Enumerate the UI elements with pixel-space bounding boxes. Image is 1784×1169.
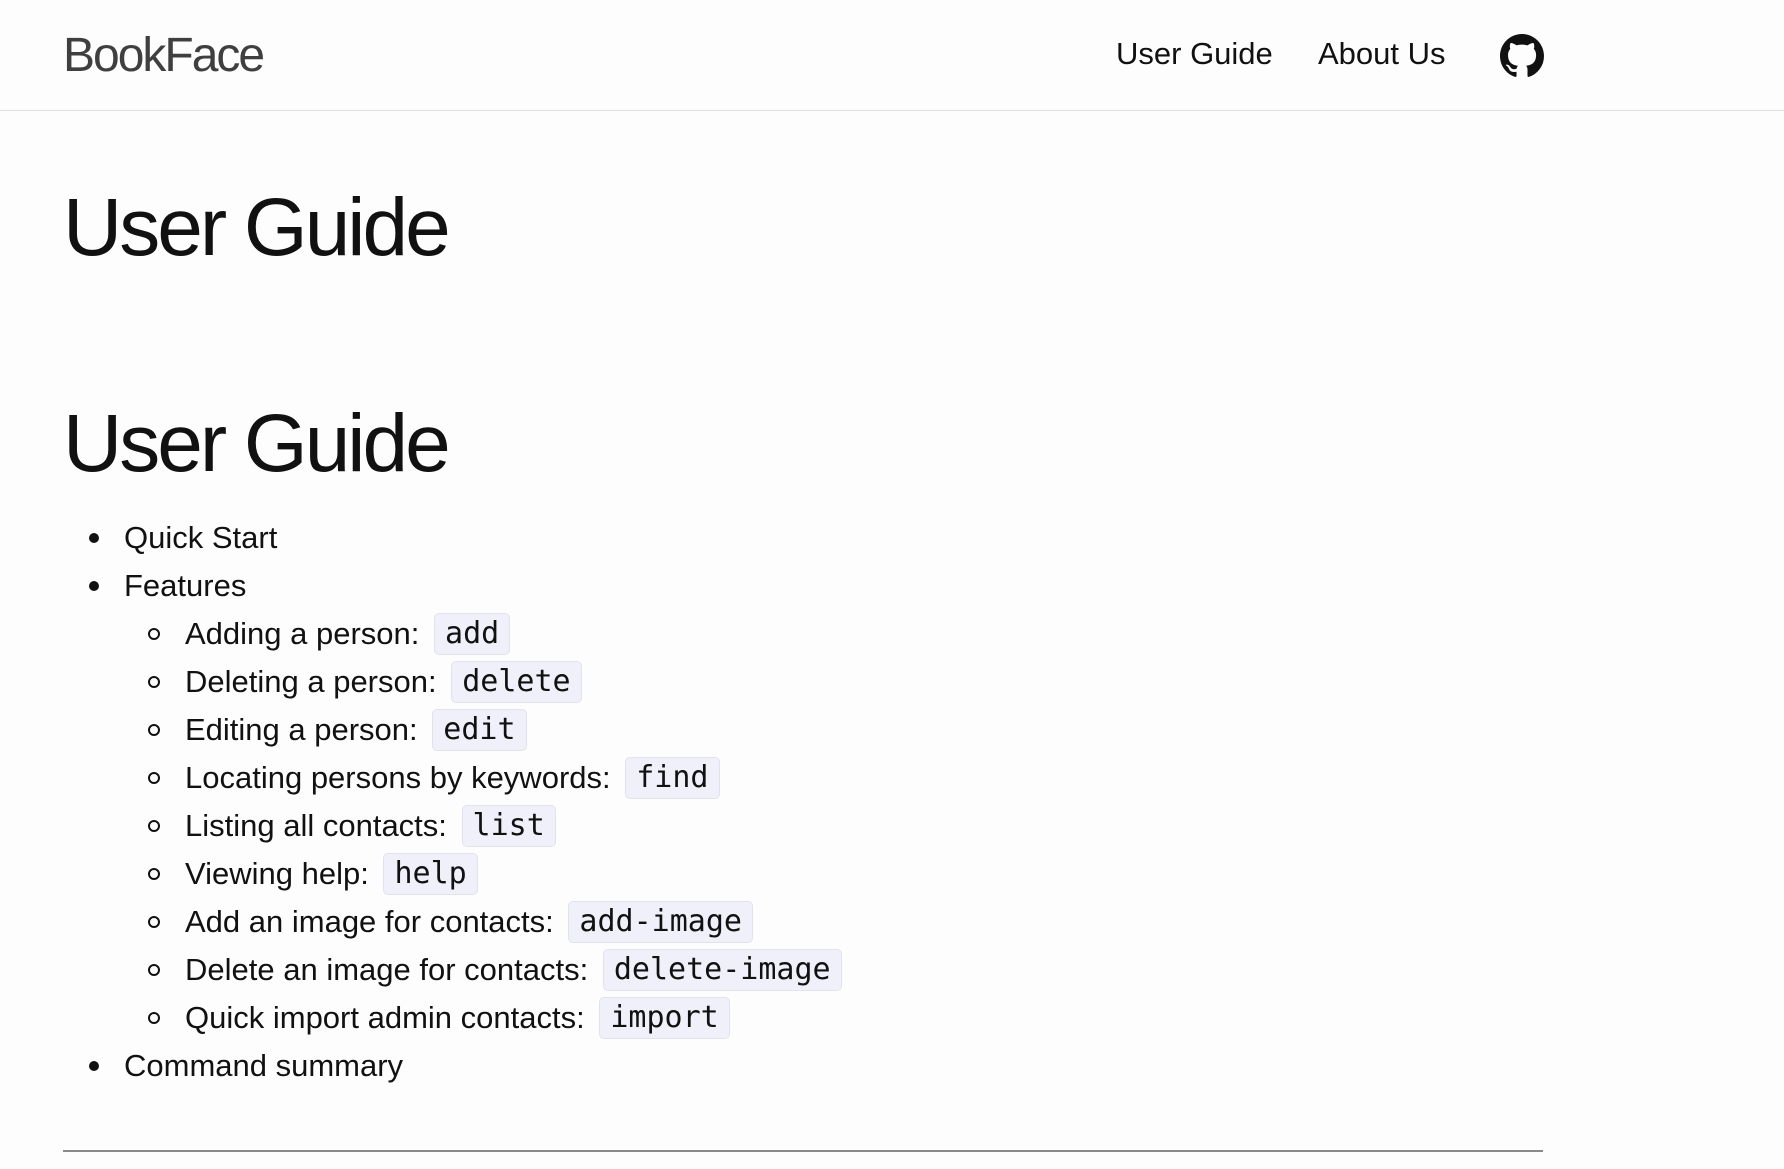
feature-label: Editing a person: [185, 712, 418, 747]
toc-link-quick-start[interactable]: Quick Start [124, 520, 277, 555]
toc-item-features: Features Adding a person: add Deleting a… [63, 562, 842, 1042]
command-code: add-image [568, 901, 753, 943]
command-code: help [383, 853, 478, 895]
feature-link-import[interactable]: Quick import admin contacts: import [185, 997, 730, 1039]
feature-item-delete: Deleting a person: delete [124, 658, 842, 706]
feature-item-edit: Editing a person: edit [124, 706, 842, 754]
toc-item-command-summary: Command summary [63, 1042, 842, 1090]
feature-link-find[interactable]: Locating persons by keywords: find [185, 757, 720, 799]
feature-item-list: Listing all contacts: list [124, 802, 842, 850]
command-code: find [625, 757, 720, 799]
feature-label: Locating persons by keywords: [185, 760, 611, 795]
feature-item-import: Quick import admin contacts: import [124, 994, 842, 1042]
toc-item-quick-start: Quick Start [63, 514, 842, 562]
feature-label: Add an image for contacts: [185, 904, 554, 939]
feature-item-add: Adding a person: add [124, 610, 842, 658]
feature-item-help: Viewing help: help [124, 850, 842, 898]
feature-item-add-image: Add an image for contacts: add-image [124, 898, 842, 946]
command-code: edit [432, 709, 527, 751]
feature-link-edit[interactable]: Editing a person: edit [185, 709, 527, 751]
feature-label: Quick import admin contacts: [185, 1000, 585, 1035]
table-of-contents: Quick Start Features Adding a person: ad… [63, 514, 842, 1090]
site-header: BookFace User Guide About Us [0, 0, 1784, 111]
toc-link-features[interactable]: Features [124, 568, 246, 603]
command-code: delete-image [602, 949, 842, 991]
feature-link-help[interactable]: Viewing help: help [185, 853, 478, 895]
feature-label: Adding a person: [185, 616, 420, 651]
section-divider [63, 1150, 1543, 1152]
features-list: Adding a person: add Deleting a person: … [124, 610, 842, 1042]
nav-link-user-guide[interactable]: User Guide [1116, 34, 1273, 74]
feature-label: Listing all contacts: [185, 808, 447, 843]
feature-link-list[interactable]: Listing all contacts: list [185, 805, 556, 847]
feature-label: Viewing help: [185, 856, 369, 891]
feature-item-find: Locating persons by keywords: find [124, 754, 842, 802]
feature-link-delete-image[interactable]: Delete an image for contacts: delete-ima… [185, 949, 842, 991]
site-brand[interactable]: BookFace [63, 26, 265, 86]
github-link[interactable] [1500, 34, 1544, 78]
feature-link-delete[interactable]: Deleting a person: delete [185, 661, 582, 703]
feature-link-add[interactable]: Adding a person: add [185, 613, 511, 655]
command-code: import [599, 997, 730, 1039]
nav-link-about-us[interactable]: About Us [1318, 34, 1446, 74]
page-title: User Guide [63, 182, 451, 273]
github-icon [1500, 34, 1544, 77]
command-code: delete [451, 661, 582, 703]
command-code: list [461, 805, 556, 847]
feature-label: Deleting a person: [185, 664, 437, 699]
section-title: User Guide [63, 398, 451, 489]
feature-label: Delete an image for contacts: [185, 952, 589, 987]
command-code: add [434, 613, 511, 655]
feature-item-delete-image: Delete an image for contacts: delete-ima… [124, 946, 842, 994]
feature-link-add-image[interactable]: Add an image for contacts: add-image [185, 901, 753, 943]
toc-link-command-summary[interactable]: Command summary [124, 1048, 403, 1083]
